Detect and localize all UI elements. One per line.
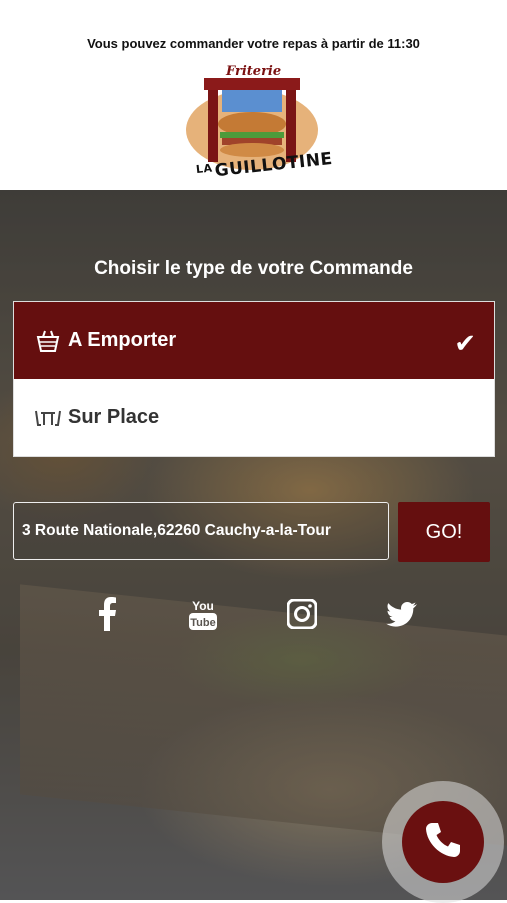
option-sur-place[interactable]: Sur Place xyxy=(14,379,494,456)
logo: Friterie LAGUILLOTINE xyxy=(182,62,334,188)
option-label: A Emporter xyxy=(68,329,177,351)
basket-icon xyxy=(34,327,62,355)
phone-icon xyxy=(423,820,463,865)
youtube-icon[interactable]: You Tube xyxy=(185,596,221,632)
address-field[interactable]: 3 Route Nationale,62260 Cauchy-a-la-Tour xyxy=(13,502,389,560)
logo-la: LA xyxy=(195,161,214,177)
twitter-icon[interactable] xyxy=(384,596,420,632)
option-a-emporter[interactable]: A Emporter ✔ xyxy=(14,302,494,379)
call-button[interactable] xyxy=(402,801,484,883)
order-type-options: A Emporter ✔ Sur Place xyxy=(13,301,495,457)
opening-notice: Vous pouvez commander votre repas à part… xyxy=(87,36,420,51)
checkmark-icon: ✔ xyxy=(454,328,476,358)
instagram-icon[interactable] xyxy=(284,596,320,632)
svg-text:Tube: Tube xyxy=(190,617,215,629)
go-button[interactable]: GO! xyxy=(398,502,490,562)
svg-text:You: You xyxy=(192,599,214,613)
logo-subtitle: Friterie xyxy=(226,64,282,79)
header: Vous pouvez commander votre repas à part… xyxy=(0,0,507,190)
table-icon xyxy=(34,404,62,432)
order-type-heading: Choisir le type de votre Commande xyxy=(94,258,413,279)
option-label: Sur Place xyxy=(68,406,160,428)
facebook-icon[interactable] xyxy=(89,596,125,632)
